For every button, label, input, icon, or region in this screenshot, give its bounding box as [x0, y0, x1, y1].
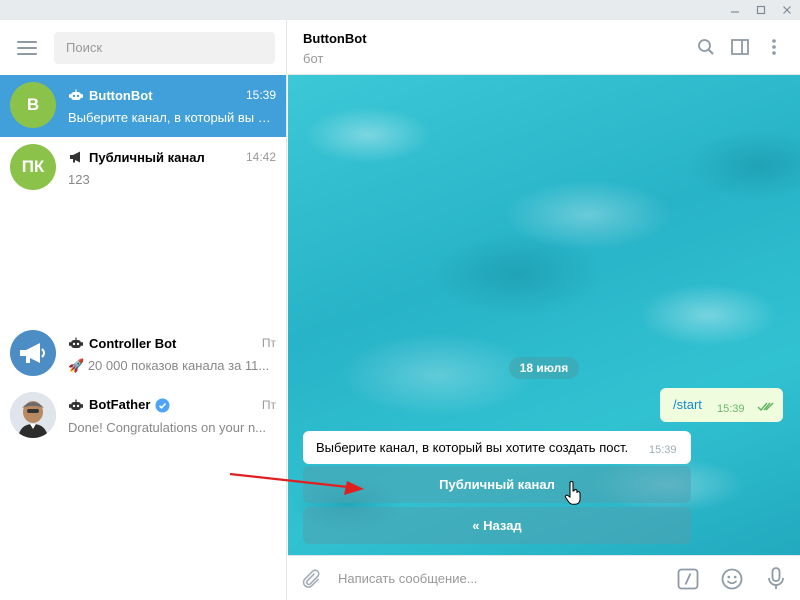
chat-preview: 🚀 20 000 показов канала за 11...	[68, 358, 274, 374]
message-composer	[288, 555, 800, 600]
incoming-message: Выберите канал, в который вы хотите созд…	[303, 431, 691, 464]
chat-preview: 123	[68, 172, 90, 187]
window-controls	[722, 0, 800, 20]
chat-name: Controller Bot	[89, 335, 177, 351]
minimize-icon[interactable]	[722, 0, 748, 20]
message-time: 15:39	[649, 444, 677, 456]
date-separator: 18 июля	[509, 357, 579, 379]
close-icon[interactable]	[774, 0, 800, 20]
sidebar-header	[0, 20, 286, 75]
header-actions	[696, 37, 784, 57]
bot-icon	[68, 88, 83, 102]
menu-icon[interactable]	[17, 40, 37, 55]
chat-title[interactable]: ButtonBot	[303, 31, 367, 46]
rocket-icon: 🚀	[68, 358, 85, 373]
chat-preview: Done! Congratulations on your n...	[68, 420, 267, 435]
sidebar-toggle-icon[interactable]	[730, 37, 750, 57]
chat-time: 15:39	[245, 88, 276, 102]
megaphone-icon	[68, 150, 83, 164]
botfather-avatar-icon	[10, 392, 56, 438]
microphone-icon[interactable]	[764, 567, 788, 591]
chat-item-buttonbot[interactable]: B ButtonBot 15:39 Выберите канал, в кото…	[0, 75, 286, 137]
chat-name: ButtonBot	[89, 87, 153, 103]
chat-preview-text: 20 000 показов канала за 11...	[87, 358, 270, 373]
message-text[interactable]: /start	[673, 397, 702, 412]
more-vertical-icon[interactable]	[764, 37, 784, 57]
search-icon[interactable]	[696, 37, 716, 57]
paperclip-icon[interactable]	[299, 567, 323, 591]
megaphone-avatar-icon	[10, 330, 56, 376]
verified-badge-icon	[155, 398, 170, 413]
chat-time: Пт	[261, 398, 276, 412]
chat-item-public-channel[interactable]: ПК Публичный канал 14:42 123	[0, 137, 286, 199]
maximize-icon[interactable]	[748, 0, 774, 20]
avatar: B	[10, 82, 56, 128]
bot-icon	[68, 398, 83, 412]
chat-item-botfather[interactable]: BotFather Пт Done! Congratulations on yo…	[0, 385, 286, 447]
emoji-icon[interactable]	[720, 567, 744, 591]
search-input[interactable]	[54, 31, 275, 64]
chat-time: Пт	[261, 336, 276, 350]
chat-preview: Выберите канал, в который вы хотите созд…	[68, 110, 274, 125]
hand-cursor-icon	[564, 481, 581, 505]
chat-time: 14:42	[245, 150, 276, 164]
message-text: Выберите канал, в который вы хотите созд…	[316, 440, 629, 455]
chat-header: ButtonBot бот	[288, 20, 800, 75]
window-titlebar	[0, 0, 800, 20]
bot-icon	[68, 336, 83, 350]
chat-subtitle: бот	[303, 51, 324, 66]
message-time: 15:39	[717, 403, 745, 415]
chat-item-controller-bot[interactable]: Controller Bot Пт 🚀 20 000 показов канал…	[0, 323, 286, 385]
chat-list-sidebar: B ButtonBot 15:39 Выберите канал, в кото…	[0, 20, 287, 600]
chat-name: Публичный канал	[89, 149, 205, 165]
avatar: ПК	[10, 144, 56, 190]
inline-button-back[interactable]: « Назад	[303, 507, 691, 544]
read-checkmarks-icon	[757, 402, 774, 412]
annotation-arrow-icon	[229, 472, 364, 495]
commands-icon[interactable]	[676, 567, 700, 591]
message-input[interactable]	[338, 564, 668, 592]
chat-name: BotFather	[89, 397, 262, 413]
chat-name-text: BotFather	[89, 396, 151, 412]
outgoing-message[interactable]: /start 15:39	[660, 388, 783, 422]
